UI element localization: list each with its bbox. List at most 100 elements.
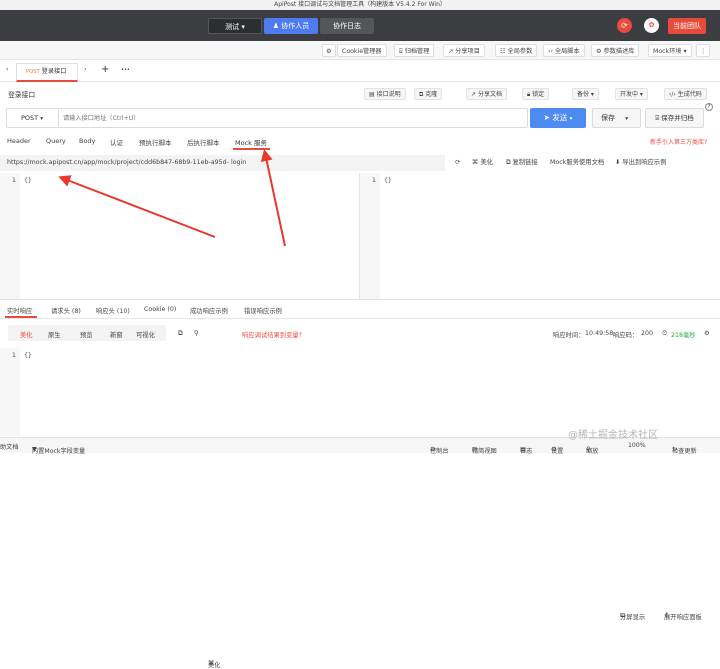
global-params-label: 全局参数 bbox=[507, 48, 533, 55]
download-icon: ⬇ bbox=[615, 159, 621, 166]
help-doc-link[interactable]: 助文档 bbox=[0, 442, 19, 451]
beautify-label: 美化 bbox=[480, 159, 493, 166]
tab-realtime[interactable]: 实时响应 bbox=[7, 306, 32, 315]
export-example-label: 导出到响应示例 bbox=[622, 159, 667, 166]
response-time-value: 10:49:58 bbox=[585, 330, 614, 337]
team-button[interactable]: 当前团队 bbox=[668, 18, 706, 34]
chevron-down-icon: ▾ bbox=[683, 48, 687, 55]
zoom-value[interactable]: 100% bbox=[628, 442, 646, 449]
copy-icon: ⧉ bbox=[506, 159, 511, 166]
refresh-icon[interactable]: ⟳ bbox=[455, 155, 460, 171]
tab-error-example[interactable]: 错误响应示例 bbox=[244, 306, 282, 315]
tab-label: 登录接口 bbox=[41, 68, 67, 75]
project-selector[interactable]: 测试 ▾ bbox=[208, 18, 262, 34]
share-icon: ↗ bbox=[471, 91, 477, 98]
view-beautify[interactable]: 美化 bbox=[20, 330, 33, 339]
mock-result-editor[interactable]: 1 {} bbox=[360, 173, 720, 299]
sync-icon[interactable]: ⟳ bbox=[617, 18, 632, 33]
chevron-right-icon[interactable]: › bbox=[84, 66, 86, 73]
log-label: 日志 bbox=[520, 448, 533, 455]
response-tabs-divider bbox=[0, 318, 720, 319]
share-doc-button[interactable]: ↗ 分享文档 bbox=[466, 88, 507, 100]
avatar[interactable]: ✿ bbox=[644, 18, 659, 33]
share-icon: ↗ bbox=[448, 48, 454, 55]
subtab-pre-script[interactable]: 预执行脚本 bbox=[139, 137, 172, 147]
beautify-icon: ⌘ bbox=[472, 159, 479, 166]
add-tab-button[interactable]: + bbox=[101, 64, 109, 75]
method-select[interactable]: POST ▾ bbox=[7, 109, 59, 127]
update-label: 检查更新 bbox=[672, 448, 697, 455]
panel-divider bbox=[0, 299, 720, 300]
params-icon: ☷ bbox=[500, 48, 506, 55]
param-lib-button[interactable]: ⚙ 参数描述库 bbox=[591, 44, 640, 57]
save-button[interactable]: 保存 ▾ bbox=[592, 108, 641, 128]
view-preview[interactable]: 预览 bbox=[80, 330, 93, 339]
save-archive-button[interactable]: ⌸ 保存并归档 bbox=[645, 108, 704, 128]
clone-label: 克隆 bbox=[425, 91, 438, 98]
clone-button[interactable]: ⧉ 克隆 bbox=[414, 88, 443, 100]
save-archive-label: 保存并归档 bbox=[661, 114, 694, 122]
view-visual[interactable]: 可视化 bbox=[136, 330, 155, 339]
mock-vars-label: 内置Mock字段变量 bbox=[32, 448, 86, 455]
third-party-link[interactable]: 新手引入第三方类库? bbox=[650, 137, 707, 146]
response-code-value: 200 bbox=[641, 330, 654, 337]
gear-icon[interactable]: ⚙ bbox=[322, 44, 336, 57]
chevron-left-icon[interactable]: ‹ bbox=[6, 66, 8, 73]
copy-link-button[interactable]: ⧉ 复制链接 bbox=[506, 155, 538, 171]
lock-icon: 🔒︎ bbox=[527, 91, 531, 98]
project-label: 测试 bbox=[225, 23, 240, 31]
tab-success-example[interactable]: 成功响应示例 bbox=[190, 306, 228, 315]
view-raw[interactable]: 原生 bbox=[48, 330, 61, 339]
subtab-query[interactable]: Query bbox=[46, 137, 66, 145]
console-label: 控制台 bbox=[430, 448, 449, 455]
gen-code-label: 生成代码 bbox=[677, 91, 702, 98]
mock-doc-button[interactable]: Mock服务使用文档 bbox=[550, 155, 604, 171]
cookie-manager-button[interactable]: Cookie管理器 bbox=[337, 44, 387, 57]
tab-login[interactable]: POST 登录接口 bbox=[16, 63, 78, 82]
subtab-header[interactable]: Header bbox=[7, 137, 31, 145]
mock-editor[interactable]: 1 {} bbox=[0, 173, 359, 299]
collab-button[interactable]: ♟ 协作人员 bbox=[264, 18, 318, 34]
api-doc-button[interactable]: ▤ 接口说明 bbox=[364, 88, 406, 100]
subtab-mock[interactable]: Mock 服务 bbox=[235, 137, 267, 147]
subtab-auth[interactable]: 认证 bbox=[110, 137, 123, 147]
request-title: 登录接口 bbox=[8, 91, 36, 99]
lock-button[interactable]: 🔒︎ 锁定 bbox=[522, 88, 550, 100]
active-tab-indicator bbox=[233, 148, 270, 150]
more-icon[interactable]: ⋮ bbox=[696, 44, 711, 57]
timer-icon: ⏲ bbox=[662, 330, 667, 337]
log-button[interactable]: 协作日志 bbox=[320, 18, 374, 34]
export-example-button[interactable]: ⬇ 导出到响应示例 bbox=[615, 155, 666, 171]
beautify-button[interactable]: ⌘ 美化 bbox=[472, 155, 493, 171]
status-select[interactable]: 开发中 ▾ bbox=[615, 88, 648, 100]
tab-more-button[interactable]: ••• bbox=[121, 67, 130, 73]
mock-env-select[interactable]: Mock环境 ▾ bbox=[648, 44, 692, 57]
share-project-button[interactable]: ↗ 分享项目 bbox=[443, 44, 485, 57]
url-input[interactable] bbox=[63, 111, 513, 125]
subtab-body[interactable]: Body bbox=[79, 137, 95, 145]
archive-label: 归档管理 bbox=[404, 48, 430, 55]
subtab-post-script[interactable]: 后执行脚本 bbox=[187, 137, 220, 147]
api-doc-label: 接口说明 bbox=[376, 91, 401, 98]
tab-req-headers[interactable]: 请求头 (8) bbox=[51, 306, 81, 315]
backup-button[interactable]: 备份 ▾ bbox=[572, 88, 599, 100]
mock-url[interactable]: https://mock.apipost.cn/app/mock/project… bbox=[0, 155, 445, 171]
view-new-window[interactable]: 新窗 bbox=[110, 330, 123, 339]
global-params-button[interactable]: ☷ 全局参数 bbox=[495, 44, 538, 57]
code-icon: ‹› bbox=[548, 48, 553, 55]
tab-cookie[interactable]: Cookie (0) bbox=[144, 306, 176, 313]
copy-icon[interactable]: ⧉ bbox=[178, 330, 183, 338]
send-button[interactable]: ➤ 发送 ▾ bbox=[530, 108, 586, 128]
search-icon[interactable]: ⚲ bbox=[194, 330, 199, 337]
editor-code: {} bbox=[24, 176, 32, 184]
global-script-button[interactable]: ‹› 全局脚本 bbox=[543, 44, 585, 57]
share-project-label: 分享项目 bbox=[455, 48, 480, 55]
gen-code-button[interactable]: ‹/› 生成代码 bbox=[664, 88, 707, 100]
status-bar: 助文档 ▼ 内置Mock字段变量 ⚙ 控制台 ⊡ 精简视图 ▤ 日志 ⚙ 设置 … bbox=[0, 430, 720, 455]
help-icon[interactable]: ? bbox=[705, 103, 713, 111]
bind-var-link[interactable]: 响应调试结果到变量? bbox=[242, 330, 302, 339]
gear-icon[interactable]: ⚙ bbox=[704, 330, 710, 337]
archive-button[interactable]: ⌸ 归档管理 bbox=[394, 44, 435, 57]
tab-resp-headers[interactable]: 响应头 (10) bbox=[96, 306, 130, 315]
response-editor[interactable]: 1 {} bbox=[0, 348, 720, 436]
